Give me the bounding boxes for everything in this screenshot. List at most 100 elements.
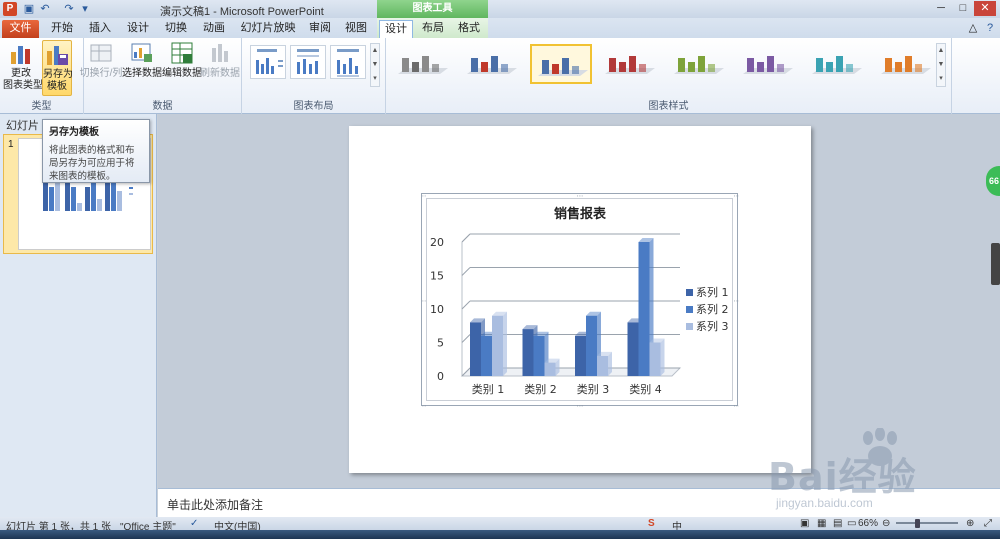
tab-view[interactable]: 视图 [340,20,372,38]
chart-style-4-preview [605,56,655,74]
chart-resize-handle: ⋯ [577,403,584,407]
zoom-out-icon[interactable]: ⊖ [882,518,890,529]
switch-row-column-icon [90,44,112,62]
x-tick-label: 类别 2 [524,382,557,396]
zoom-slider[interactable] [896,522,958,524]
tab-home[interactable]: 开始 [46,20,78,38]
chart-object[interactable]: 销售报表 0 5 10 15 20 类别 1 类别 2 类别 3 类别 4 系列 1 系列 2 系列 3… [421,193,739,407]
chart-styles-group: ▲ ▼ ▾ 图表样式 [386,38,952,114]
bar-3-1 [492,315,503,376]
tab-slideshow[interactable]: 幻灯片放映 [240,20,296,38]
switch-row-column-label: 切换行/列 [79,68,123,79]
help-icon[interactable]: ? [983,20,997,38]
tab-chart-layout[interactable]: 布局 [418,20,448,38]
bar-2-2 [533,335,545,376]
customize-qat-icon[interactable]: ▾ [78,2,92,16]
bar-1-1 [470,322,481,376]
chart-layouts-group-label: 图表布局 [293,101,334,112]
chart-layout-1[interactable] [250,45,286,79]
chart-layout-3[interactable] [330,45,366,79]
save-template-line2: 模板 [47,81,67,92]
bar-3-4 [649,342,661,376]
y-tick-label: 20 [430,236,444,249]
legend-label-3: 系列 3 [696,319,729,333]
refresh-data-button[interactable]: 刷新数据 [200,40,240,96]
chart-resize-handle: ⋯ [422,194,427,200]
chart-title: 销售报表 [554,206,607,222]
styles-gallery-scroll[interactable]: ▲ ▼ ▾ [936,43,946,87]
gridline-diag [461,300,471,310]
reading-view-icon[interactable]: ▤ [833,518,842,529]
bar-side [660,338,665,376]
chart-resize-handle: ⋯ [734,298,740,305]
save-icon[interactable]: ▣ [22,2,36,16]
bar-3-2 [544,362,556,376]
undo-icon[interactable]: ↶ [38,2,52,16]
bar-side [503,311,507,376]
spellcheck-icon[interactable]: ✓ [190,518,198,529]
chart-style-2[interactable] [461,44,523,84]
gridline-diag [461,334,471,343]
powerpoint-app-icon[interactable]: P [3,2,17,16]
tab-review[interactable]: 审阅 [304,20,336,38]
chart-styles-group-label: 图表样式 [648,101,689,112]
select-data-icon [131,43,152,62]
chart-style-5[interactable] [668,44,730,84]
slide-sorter-icon[interactable]: ▦ [817,518,826,529]
chart-style-8[interactable] [875,44,937,84]
zoom-in-icon[interactable]: ⊕ [966,518,974,529]
windows-taskbar [0,530,1000,539]
select-data-button[interactable]: 选择数据 [122,40,162,96]
save-template-tooltip: 另存为模板 将此图表的格式和布局另存为可应用于将来图表的模板。 [42,119,150,183]
window-title: 演示文稿1 - Microsoft PowerPoint [160,6,324,18]
chart-layout-2[interactable] [290,45,326,79]
close-button[interactable]: ✕ [974,1,996,16]
layouts-gallery-scroll[interactable]: ▲ ▼ ▾ [370,43,380,87]
tab-design[interactable]: 设计 [122,20,154,38]
tab-transitions[interactable]: 切换 [160,20,192,38]
side-panel-handle[interactable] [991,243,1000,285]
maximize-button[interactable]: □ [952,1,974,16]
collapse-ribbon-icon[interactable]: △ [966,20,980,38]
tab-file[interactable]: 文件 [2,20,39,38]
watermark-url: jingyan.baidu.com [776,496,873,510]
y-tick-label: 10 [430,303,444,316]
tab-chart-format[interactable]: 格式 [454,20,484,38]
minimize-button[interactable]: ─ [930,1,952,16]
notes-placeholder[interactable]: 单击此处添加备注 [167,496,263,513]
tab-insert[interactable]: 插入 [84,20,116,38]
ime-icon[interactable]: S [648,518,655,529]
zoom-level[interactable]: 66% [858,518,878,529]
zoom-slider-thumb[interactable] [915,519,920,528]
chart-style-1[interactable] [392,44,454,84]
slides-tab[interactable]: 幻灯片 [6,117,39,133]
chart-style-6[interactable] [737,44,799,84]
bar-side [608,351,612,376]
redo-icon[interactable]: ↷ [62,2,76,16]
chart-style-7-preview [812,56,862,74]
chart-style-5-preview [674,56,724,74]
fit-to-window-icon[interactable]: ⤢ [984,518,992,529]
switch-row-column-button[interactable]: 切换行/列 [78,40,124,96]
tab-chart-design[interactable]: 设计 [379,20,413,38]
change-type-line1: 更改 [11,68,31,79]
bar-1-4 [627,322,639,376]
slideshow-icon[interactable]: ▭ [847,518,856,529]
type-group-label: 类型 [31,101,52,112]
chart-svg: 销售报表 0 5 10 15 20 类别 1 类别 2 类别 3 类别 4 系列 1 系列 2 系列 3… [422,194,739,407]
edit-data-button[interactable]: 编辑数据 [162,40,202,96]
baidu-jingyan-watermark: Bai经验 jingyan.baidu.com [768,426,998,516]
normal-view-icon[interactable]: ▣ [800,518,809,529]
ribbon-tab-row: 文件 开始 插入 设计 切换 动画 幻灯片放映 审阅 视图 设计 布局 格式 △… [0,18,1000,38]
data-group-label: 数据 [152,101,173,112]
change-chart-type-button[interactable]: 更改 图表类型 [3,40,43,96]
chart-style-3[interactable] [530,44,592,84]
tab-animations[interactable]: 动画 [198,20,230,38]
edit-data-icon [171,42,193,64]
chart-style-2-preview [467,56,517,74]
refresh-data-label: 刷新数据 [200,68,240,79]
save-as-template-button[interactable]: 另存为 模板 [42,40,73,96]
x-tick-label: 类别 1 [472,382,505,396]
chart-style-4[interactable] [599,44,661,84]
chart-style-7[interactable] [806,44,868,84]
